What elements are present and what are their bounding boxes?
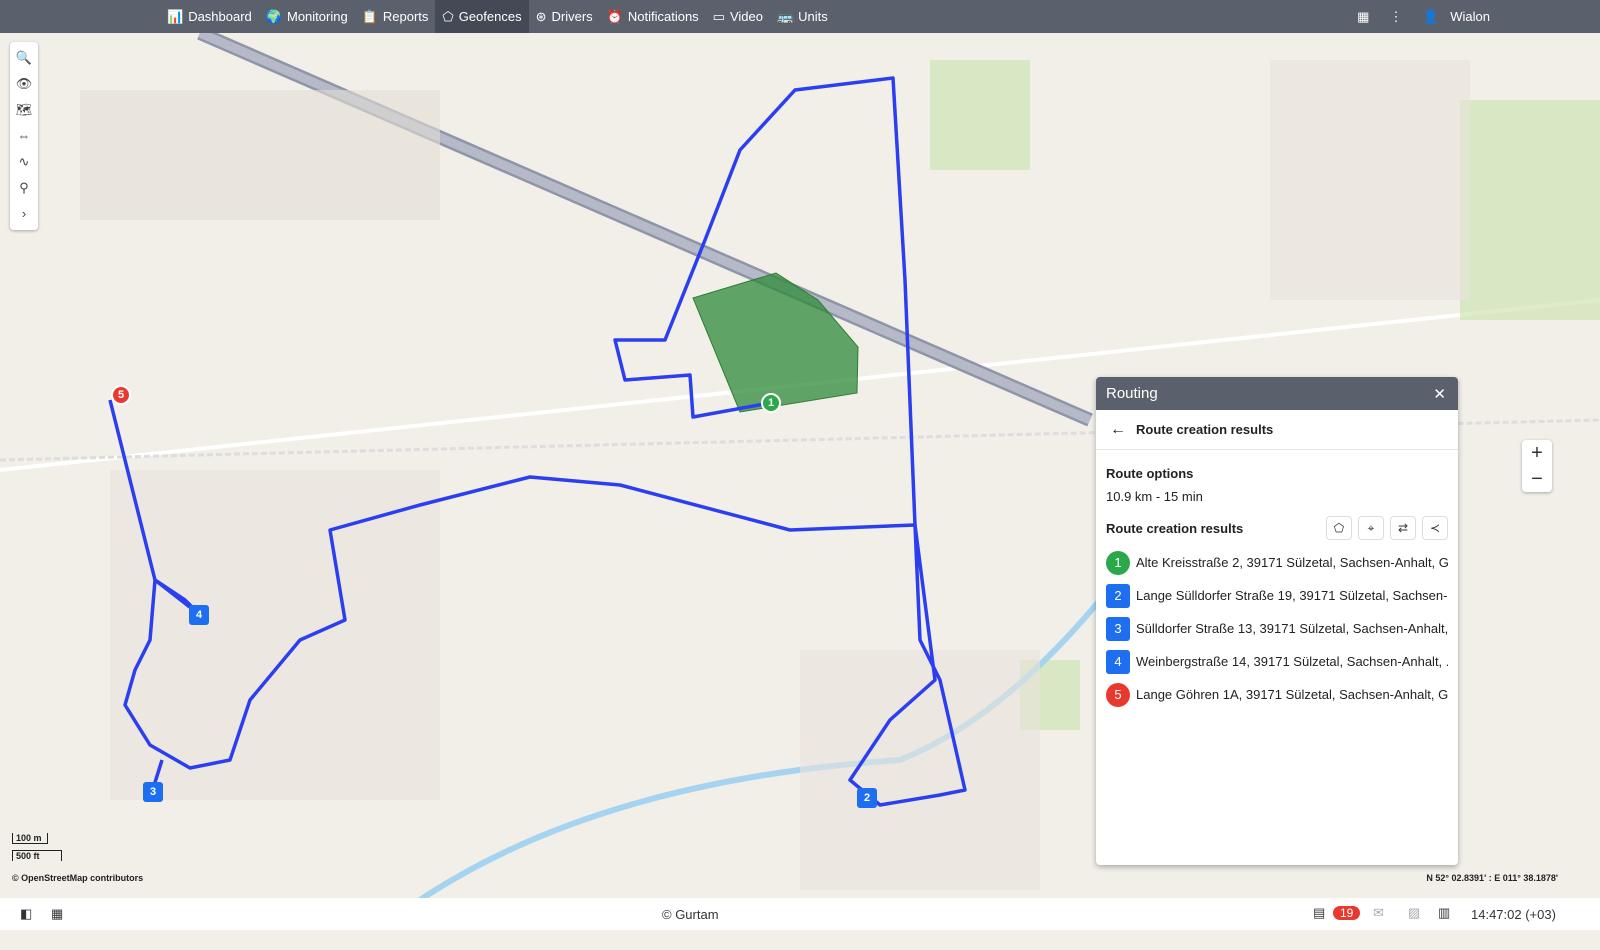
nav-label: Reports — [382, 9, 429, 24]
clock-time: 14:47:02 (+03) — [1471, 907, 1556, 922]
alarm-icon: ⏰ — [606, 8, 623, 24]
nav-label: Units — [798, 9, 828, 24]
point-badge: 4 — [1106, 649, 1130, 674]
point-address: Lange Sülldorfer Straße 19, 39171 Sülzet… — [1136, 588, 1448, 603]
mail-icon[interactable]: ✉ — [1373, 905, 1384, 921]
share-icon: ≺ — [1429, 521, 1441, 535]
point-address: Weinbergstraße 14, 39171 Sülzetal, Sachs… — [1136, 654, 1448, 669]
map-attribution[interactable]: © OpenStreetMap contributors — [12, 873, 143, 883]
bus-icon: 🚌 — [776, 8, 794, 24]
nav-reports[interactable]: 📋 Reports — [355, 0, 436, 33]
map-marker-3[interactable]: 3 — [143, 782, 163, 802]
globe-icon: 🌍 — [265, 8, 282, 24]
map-layers-icon[interactable]: 🗺 — [16, 97, 33, 123]
nav-drivers[interactable]: ⊛ Drivers — [529, 0, 600, 33]
route-point-item[interactable]: 5 Lange Göhren 1A, 39171 Sülzetal, Sachse… — [1106, 678, 1448, 711]
share-button[interactable]: ≺ — [1422, 516, 1448, 540]
report-icon: 📋 — [361, 8, 378, 24]
route-icon[interactable]: ∿ — [19, 149, 30, 175]
route-point-item[interactable]: 3 Sülldorfer Straße 13, 39171 Sülzetal, S… — [1106, 612, 1448, 645]
book-icon[interactable]: ▥ — [1438, 905, 1450, 921]
routing-points-icon[interactable]: ⚲ — [19, 175, 29, 201]
user-menu[interactable]: 👤 Wialon — [1422, 9, 1490, 25]
point-badge: 5 — [1106, 682, 1130, 707]
map-marker-2[interactable]: 2 — [857, 788, 877, 808]
copyright: © Gurtam — [662, 907, 719, 922]
route-options-label: Route options — [1106, 466, 1194, 481]
apps-grid-icon[interactable]: ▦ — [51, 906, 63, 922]
map-marker-1[interactable]: 1 — [761, 393, 781, 413]
route-point-item[interactable]: 2 Lange Sülldorfer Straße 19, 39171 Sülze… — [1106, 579, 1448, 612]
bar-chart-icon: 📊 — [167, 8, 184, 24]
nav-label: Drivers — [551, 9, 593, 24]
chevron-right-icon[interactable]: › — [22, 201, 26, 227]
user-name: Wialon — [1450, 8, 1490, 24]
point-badge: 3 — [1106, 616, 1130, 641]
point-address: Alte Kreisstraße 2, 39171 Sülzetal, Sach… — [1136, 555, 1448, 570]
nav-label: Dashboard — [188, 9, 252, 24]
route-options-value: 10.9 km - 15 min — [1106, 489, 1203, 504]
nav-geofences[interactable]: ⬠ Geofences — [435, 0, 529, 33]
panel-title: Routing — [1106, 385, 1158, 402]
nav-dashboard[interactable]: 📊 Dashboard — [160, 0, 259, 33]
point-badge: 2 — [1106, 583, 1130, 608]
zoom-control: + − — [1522, 440, 1552, 492]
geofence-icon: ⬠ — [442, 8, 454, 24]
close-icon[interactable]: ✕ — [1433, 385, 1446, 403]
results-label: Route creation results — [1106, 520, 1244, 536]
polygon-icon: ⬠ — [1333, 521, 1345, 535]
top-bar: 📊 Dashboard 🌍 Monitoring 📋 Reports ⬠ Geofenc… — [0, 0, 1600, 33]
map-scale: 100 m 500 ft — [12, 833, 62, 861]
steering-wheel-icon: ⊛ — [535, 8, 547, 24]
nav-label: Notifications — [627, 9, 699, 24]
eye-icon[interactable]: 👁 — [16, 71, 33, 97]
main-nav: 📊 Dashboard 🌍 Monitoring 📋 Reports ⬠ Geofenc… — [160, 0, 835, 33]
map-pin-button[interactable]: ⌖ — [1358, 516, 1384, 540]
nav-video[interactable]: ▭ Video — [706, 0, 770, 33]
zoom-in-button[interactable]: + — [1522, 440, 1552, 466]
subtitle: Route creation results — [1136, 422, 1274, 437]
back-arrow-icon[interactable]: ← — [1110, 421, 1126, 439]
nav-notifications[interactable]: ⏰ Notifications — [600, 0, 706, 33]
point-address: Lange Göhren 1A, 39171 Sülzetal, Sachsen… — [1136, 687, 1448, 702]
point-badge: 1 — [1106, 550, 1130, 575]
route-add-icon: ⇄ — [1397, 521, 1409, 535]
add-route-button[interactable]: ⇄ — [1390, 516, 1416, 540]
map-marker-5[interactable]: 5 — [111, 385, 131, 405]
video-icon: ▭ — [712, 8, 725, 24]
nav-units[interactable]: 🚌 Units — [770, 0, 835, 33]
image-icon[interactable]: ▨ — [1408, 905, 1420, 921]
more-vertical-icon[interactable]: ⋮ — [1389, 9, 1402, 25]
nav-monitoring[interactable]: 🌍 Monitoring — [259, 0, 355, 33]
map-pin-icon: ⌖ — [1367, 520, 1375, 535]
cursor-coordinates: N 52° 02.8391' : E 011° 38.1878' — [1426, 873, 1558, 883]
create-geofence-button[interactable]: ⬠ — [1326, 516, 1352, 540]
point-address: Sülldorfer Straße 13, 39171 Sülzetal, Sa… — [1136, 621, 1448, 636]
notifications-icon[interactable]: ▤ — [1313, 905, 1325, 921]
panel-toggle-icon[interactable]: ◧ — [20, 906, 32, 922]
nav-label: Monitoring — [286, 9, 348, 24]
nav-label: Video — [729, 9, 763, 24]
apps-grid-icon[interactable]: ▦ — [1357, 9, 1369, 25]
map-marker-4[interactable]: 4 — [189, 605, 209, 625]
routing-panel: Routing ✕ ← Route creation results Route o… — [1096, 377, 1458, 865]
nav-label: Geofences — [458, 9, 522, 24]
route-point-item[interactable]: 1 Alte Kreisstraße 2, 39171 Sülzetal, Sac… — [1106, 546, 1448, 579]
bottom-bar: ◧ ▦ © Gurtam ▤ 19 ✉ ▨ ▥ 14:47:02 (+03) — [0, 898, 1600, 930]
ruler-icon[interactable]: ⇔ — [18, 123, 31, 149]
route-point-item[interactable]: 4 Weinbergstraße 14, 39171 Sülzetal, Sach… — [1106, 645, 1448, 678]
user-icon: 👤 — [1422, 8, 1439, 24]
zoom-out-button[interactable]: − — [1522, 466, 1552, 492]
notification-count[interactable]: 19 — [1333, 906, 1361, 920]
map-tools: 🔍 👁 🗺 ⇔ ∿ ⚲ › — [10, 42, 38, 230]
search-icon[interactable]: 🔍 — [16, 45, 32, 71]
